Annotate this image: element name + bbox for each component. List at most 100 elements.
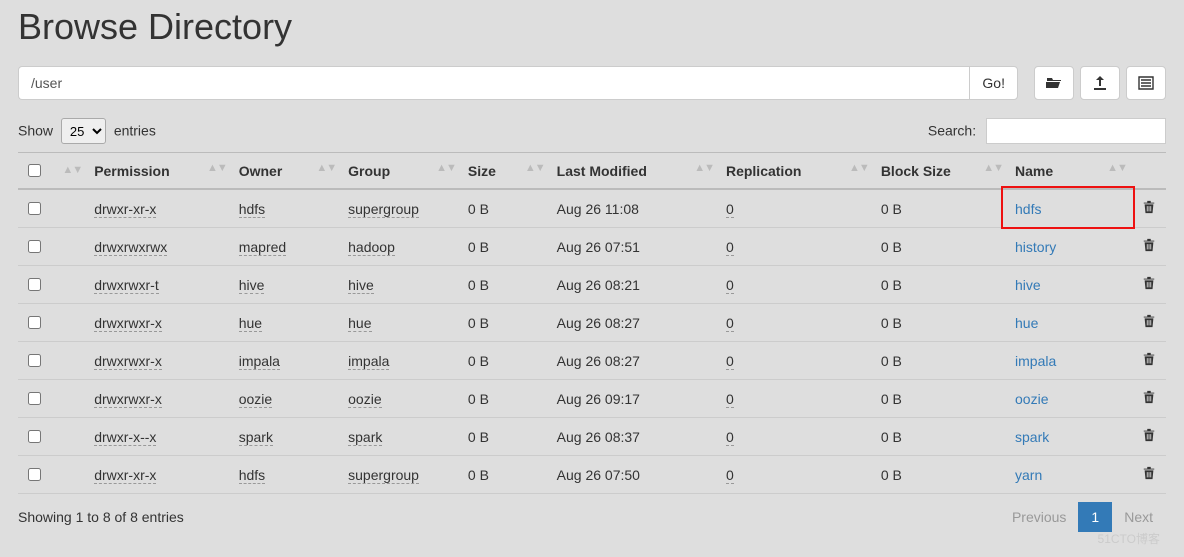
blocksize-text: 0 B [881, 353, 902, 369]
folder-open-icon [1046, 75, 1062, 91]
permission-link[interactable]: drwxrwxrwx [94, 239, 167, 256]
delete-button[interactable] [1142, 315, 1156, 331]
upload-icon [1092, 75, 1108, 91]
modified-text: Aug 26 11:08 [557, 201, 639, 217]
group-link[interactable]: impala [348, 353, 389, 370]
replication-link[interactable]: 0 [726, 201, 734, 218]
search-input[interactable] [986, 118, 1166, 144]
col-name[interactable]: Name [1015, 163, 1053, 179]
sort-icon[interactable]: ▲▼ [849, 163, 869, 174]
length-select[interactable]: 25 [61, 118, 106, 144]
sort-icon[interactable]: ▲▼ [694, 163, 714, 174]
name-link[interactable]: hdfs [1015, 201, 1041, 217]
owner-link[interactable]: oozie [239, 391, 272, 408]
col-replication[interactable]: Replication [726, 163, 801, 179]
select-all-checkbox[interactable] [28, 164, 41, 177]
group-link[interactable]: hive [348, 277, 374, 294]
owner-link[interactable]: mapred [239, 239, 286, 256]
length-menu: Show 25 entries [18, 118, 156, 144]
permission-link[interactable]: drwxr-x--x [94, 429, 156, 446]
delete-button[interactable] [1142, 467, 1156, 483]
sort-icon[interactable]: ▲▼ [316, 163, 336, 174]
group-link[interactable]: supergroup [348, 467, 419, 484]
replication-link[interactable]: 0 [726, 353, 734, 370]
replication-link[interactable]: 0 [726, 391, 734, 408]
replication-link[interactable]: 0 [726, 315, 734, 332]
length-entries-label: entries [114, 123, 156, 139]
owner-link[interactable]: hive [239, 277, 265, 294]
path-input[interactable] [18, 66, 969, 100]
row-checkbox[interactable] [28, 354, 41, 367]
group-link[interactable]: hue [348, 315, 371, 332]
row-checkbox[interactable] [28, 316, 41, 329]
permission-link[interactable]: drwxrwxr-x [94, 353, 162, 370]
row-checkbox[interactable] [28, 392, 41, 405]
prev-button[interactable]: Previous [999, 502, 1079, 532]
permission-link[interactable]: drwxr-xr-x [94, 201, 156, 218]
replication-link[interactable]: 0 [726, 429, 734, 446]
permission-link[interactable]: drwxrwxr-x [94, 315, 162, 332]
name-link[interactable]: yarn [1015, 467, 1042, 483]
col-permission[interactable]: Permission [94, 163, 169, 179]
col-block-size[interactable]: Block Size [881, 163, 951, 179]
upload-button[interactable] [1080, 66, 1120, 100]
table-row: drwxrwxr-ximpalaimpala0 BAug 26 08:2700 … [18, 342, 1166, 380]
group-link[interactable]: oozie [348, 391, 381, 408]
modified-text: Aug 26 07:51 [557, 239, 640, 255]
col-owner[interactable]: Owner [239, 163, 283, 179]
table-row: drwxr-x--xsparkspark0 BAug 26 08:3700 Bs… [18, 418, 1166, 456]
sort-icon[interactable]: ▲▼ [62, 165, 82, 176]
name-link[interactable]: spark [1015, 429, 1049, 445]
sort-icon[interactable]: ▲▼ [525, 163, 545, 174]
group-link[interactable]: hadoop [348, 239, 395, 256]
row-checkbox[interactable] [28, 202, 41, 215]
delete-button[interactable] [1142, 429, 1156, 445]
row-checkbox[interactable] [28, 468, 41, 481]
owner-link[interactable]: hdfs [239, 201, 265, 218]
group-link[interactable]: supergroup [348, 201, 419, 218]
permission-link[interactable]: drwxrwxr-t [94, 277, 159, 294]
col-group[interactable]: Group [348, 163, 390, 179]
page-1[interactable]: 1 [1078, 502, 1112, 532]
replication-link[interactable]: 0 [726, 277, 734, 294]
replication-link[interactable]: 0 [726, 467, 734, 484]
owner-link[interactable]: hue [239, 315, 262, 332]
row-checkbox[interactable] [28, 430, 41, 443]
delete-button[interactable] [1142, 201, 1156, 217]
modified-text: Aug 26 07:50 [557, 467, 640, 483]
name-link[interactable]: hive [1015, 277, 1041, 293]
owner-link[interactable]: spark [239, 429, 273, 446]
sort-icon[interactable]: ▲▼ [1107, 163, 1127, 174]
group-link[interactable]: spark [348, 429, 382, 446]
col-last-modified[interactable]: Last Modified [557, 163, 647, 179]
name-link[interactable]: oozie [1015, 391, 1048, 407]
name-link[interactable]: impala [1015, 353, 1056, 369]
newdir-button[interactable] [1126, 66, 1166, 100]
replication-link[interactable]: 0 [726, 239, 734, 256]
blocksize-text: 0 B [881, 277, 902, 293]
permission-link[interactable]: drwxr-xr-x [94, 467, 156, 484]
row-checkbox[interactable] [28, 278, 41, 291]
delete-button[interactable] [1142, 391, 1156, 407]
col-size[interactable]: Size [468, 163, 496, 179]
delete-button[interactable] [1142, 239, 1156, 255]
owner-link[interactable]: impala [239, 353, 280, 370]
modified-text: Aug 26 08:27 [557, 353, 640, 369]
newdir-icon [1138, 75, 1154, 91]
size-text: 0 B [468, 315, 489, 331]
go-button[interactable]: Go! [969, 66, 1018, 100]
sort-icon[interactable]: ▲▼ [983, 163, 1003, 174]
name-link[interactable]: hue [1015, 315, 1038, 331]
name-link[interactable]: history [1015, 239, 1056, 255]
size-text: 0 B [468, 391, 489, 407]
sort-icon[interactable]: ▲▼ [436, 163, 456, 174]
owner-link[interactable]: hdfs [239, 467, 265, 484]
row-checkbox[interactable] [28, 240, 41, 253]
sort-icon[interactable]: ▲▼ [207, 163, 227, 174]
delete-button[interactable] [1142, 353, 1156, 369]
size-text: 0 B [468, 429, 489, 445]
next-button[interactable]: Next [1111, 502, 1166, 532]
permission-link[interactable]: drwxrwxr-x [94, 391, 162, 408]
delete-button[interactable] [1142, 277, 1156, 293]
home-button[interactable] [1034, 66, 1074, 100]
